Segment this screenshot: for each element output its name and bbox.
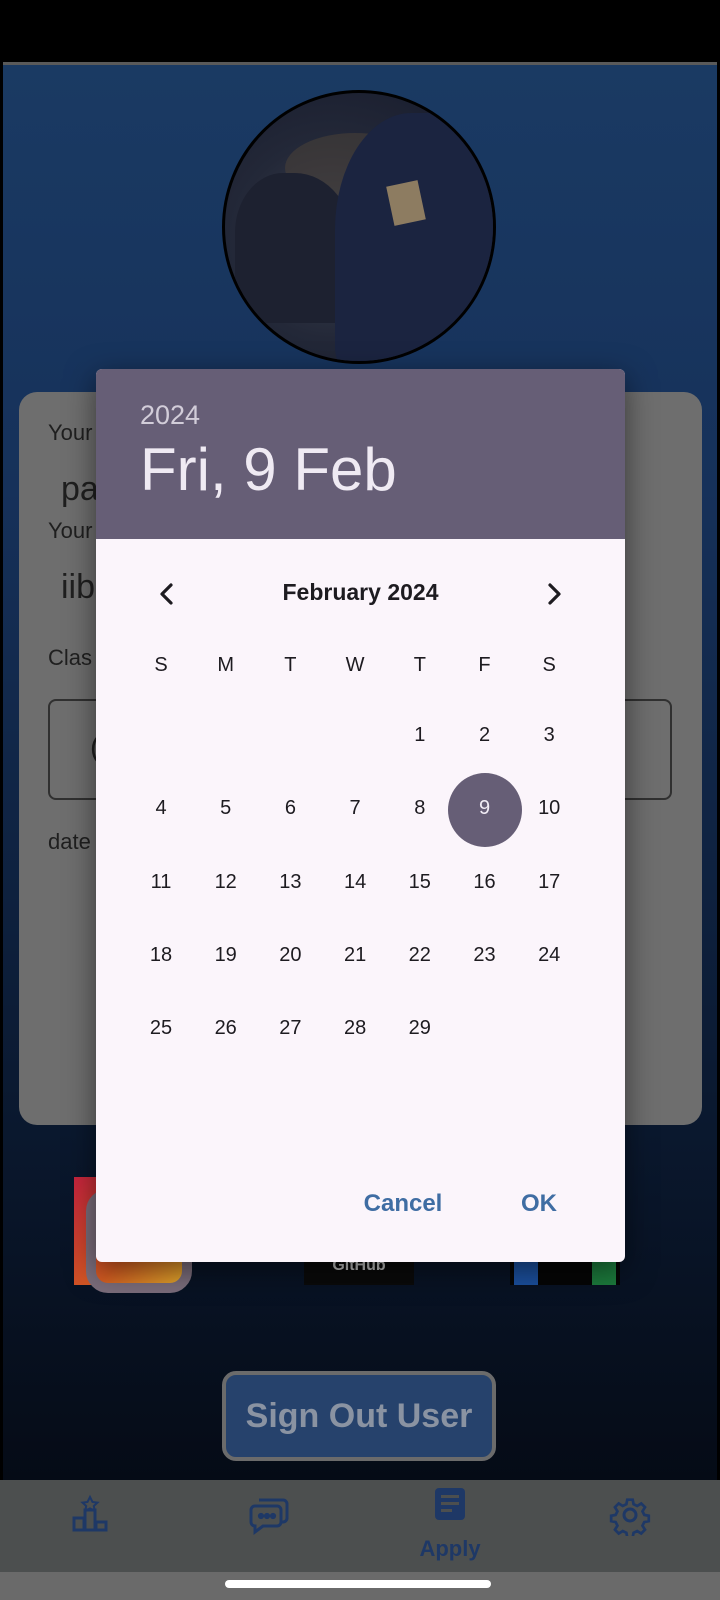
calendar-day[interactable]: 29 (388, 1017, 452, 1040)
ok-button[interactable]: OK (499, 1179, 579, 1229)
calendar-day[interactable]: 2 (453, 724, 517, 747)
calendar-day[interactable]: 15 (388, 871, 452, 894)
calendar-day[interactable]: 28 (323, 1017, 387, 1040)
calendar-day[interactable]: 8 (388, 797, 452, 820)
calendar-day[interactable]: 11 (129, 871, 193, 894)
calendar-day[interactable]: 17 (517, 871, 581, 894)
calendar-day[interactable]: 18 (129, 944, 193, 967)
weekday-header: T (413, 654, 426, 676)
date-picker-header: 2024 Fri, 9 Feb (96, 369, 625, 539)
calendar-day[interactable]: 19 (194, 944, 258, 967)
next-month-button[interactable] (529, 569, 579, 619)
cancel-button[interactable]: Cancel (353, 1179, 453, 1229)
calendar-day-selected[interactable]: 9 (453, 797, 517, 820)
calendar-day[interactable]: 27 (258, 1017, 322, 1040)
calendar-day[interactable]: 1 (388, 724, 452, 747)
selected-year[interactable]: 2024 (140, 400, 200, 431)
calendar-day[interactable]: 23 (453, 944, 517, 967)
calendar-day[interactable]: 12 (194, 871, 258, 894)
weekday-header: W (345, 654, 365, 676)
calendar-day[interactable]: 13 (258, 871, 322, 894)
weekday-header: T (284, 654, 297, 676)
weekday-header: S (154, 654, 168, 676)
chevron-right-icon (548, 583, 561, 605)
calendar-day[interactable]: 26 (194, 1017, 258, 1040)
calendar-day[interactable]: 25 (129, 1017, 193, 1040)
calendar-day[interactable]: 10 (517, 797, 581, 820)
calendar-day[interactable]: 6 (258, 797, 322, 820)
dialog-actions: Cancel OK (96, 1179, 625, 1229)
calendar-day[interactable]: 20 (258, 944, 322, 967)
calendar-day[interactable]: 21 (323, 944, 387, 967)
weekday-header: S (542, 654, 556, 676)
month-navigation: February 2024 (96, 569, 625, 619)
calendar-day[interactable]: 7 (323, 797, 387, 820)
calendar-day[interactable]: 3 (517, 724, 581, 747)
calendar-day[interactable]: 4 (129, 797, 193, 820)
weekday-header: M (217, 654, 235, 676)
weekday-header: F (478, 654, 491, 676)
calendar-day[interactable]: 14 (323, 871, 387, 894)
calendar-day[interactable]: 5 (194, 797, 258, 820)
date-picker-dialog: 2024 Fri, 9 Feb February 2024 SMTWTFS123… (96, 369, 625, 1262)
calendar-day[interactable]: 22 (388, 944, 452, 967)
selected-date: Fri, 9 Feb (140, 436, 397, 503)
calendar-day[interactable]: 24 (517, 944, 581, 967)
calendar-day[interactable]: 16 (453, 871, 517, 894)
